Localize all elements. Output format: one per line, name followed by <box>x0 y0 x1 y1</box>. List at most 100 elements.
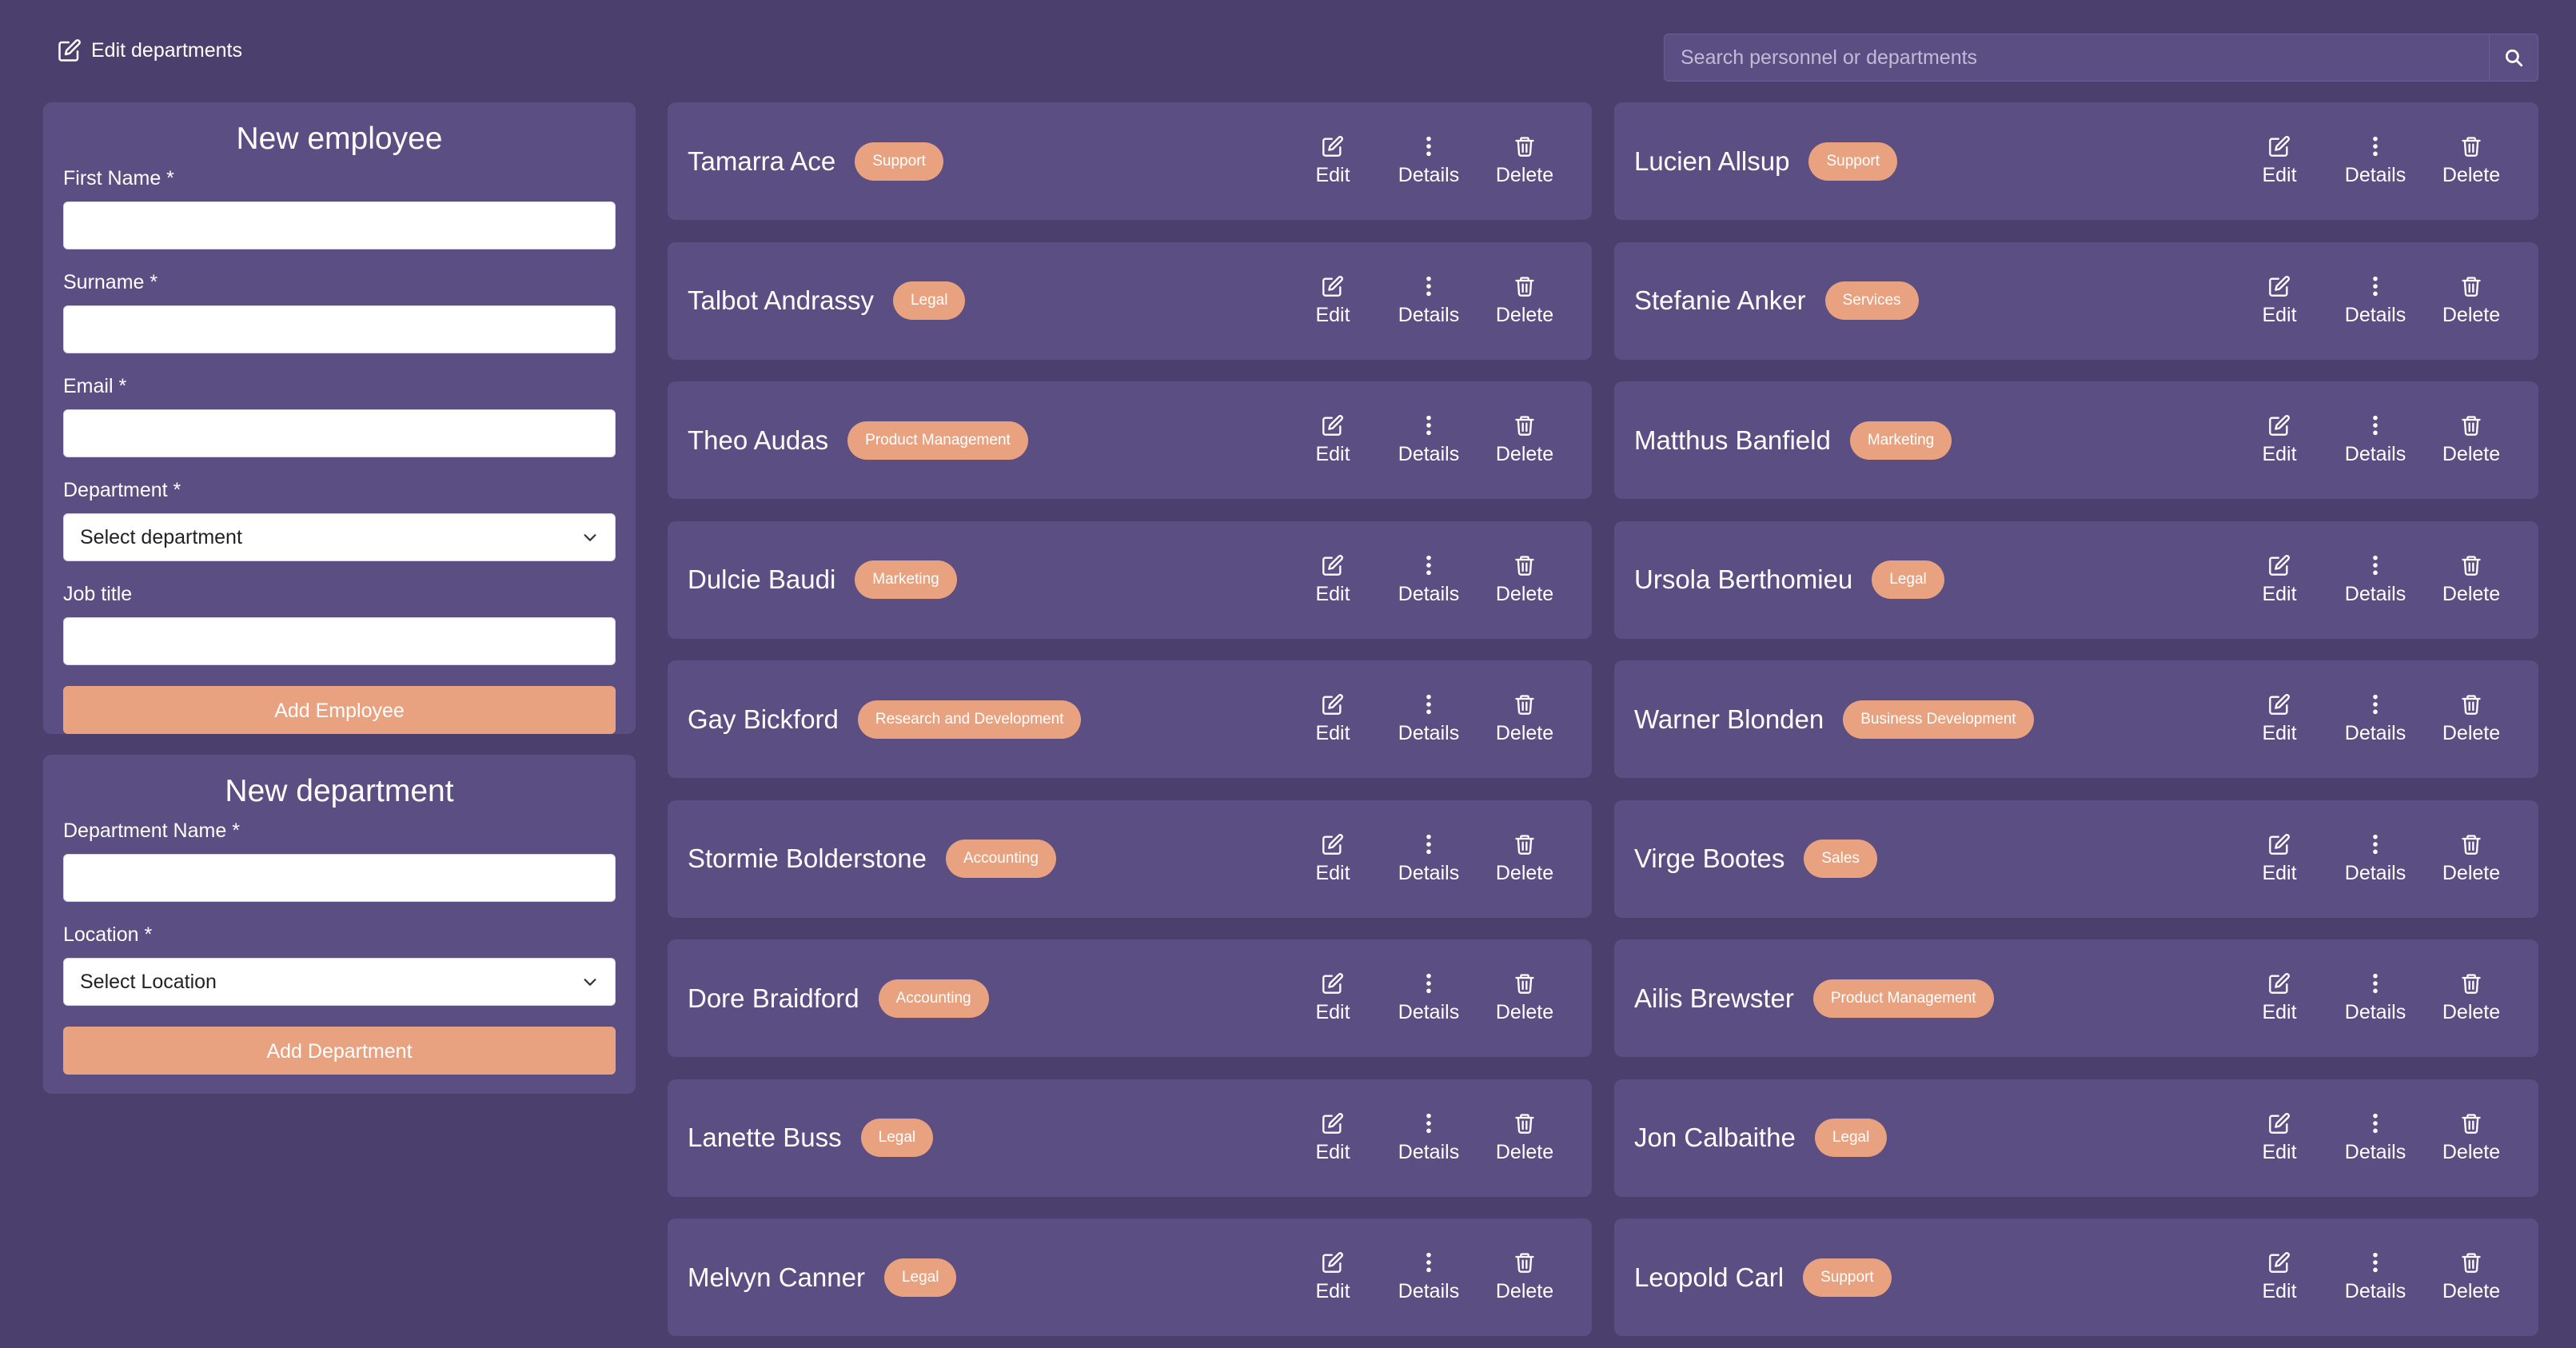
personnel-card: Dulcie Baudi Marketing Edit Details Dele… <box>668 520 1592 639</box>
personnel-card: Melvyn Canner Legal Edit Details Delete <box>668 1218 1592 1336</box>
edit-button[interactable]: Edit <box>2231 135 2327 187</box>
department-select[interactable]: Select department <box>63 513 616 561</box>
delete-button[interactable]: Delete <box>2423 972 2519 1024</box>
department-badge: Business Development <box>1843 700 2034 739</box>
edit-button[interactable]: Edit <box>2231 833 2327 885</box>
details-button[interactable]: Details <box>2327 275 2423 327</box>
kebab-menu-icon <box>1426 555 1431 575</box>
personnel-card: Jon Calbaithe Legal Edit Details Delete <box>1614 1079 2538 1197</box>
delete-button[interactable]: Delete <box>1477 693 1573 745</box>
details-button[interactable]: Details <box>1381 693 1477 745</box>
delete-button[interactable]: Delete <box>2423 1251 2519 1303</box>
edit-button[interactable]: Edit <box>1285 275 1381 327</box>
details-button[interactable]: Details <box>1381 833 1477 885</box>
details-label: Details <box>2344 861 2407 884</box>
card-actions: Edit Details Delete <box>1285 939 1573 1057</box>
location-label: Location * <box>63 923 153 946</box>
edit-button[interactable]: Edit <box>2231 1251 2327 1303</box>
details-button[interactable]: Details <box>2327 135 2423 187</box>
delete-button[interactable]: Delete <box>1477 414 1573 466</box>
personnel-name: Talbot Andrassy <box>688 285 874 315</box>
details-button[interactable]: Details <box>1381 972 1477 1024</box>
email-field[interactable] <box>63 409 616 457</box>
department-badge: Support <box>1803 1258 1892 1297</box>
card-actions: Edit Details Delete <box>1285 800 1573 918</box>
delete-button[interactable]: Delete <box>2423 693 2519 745</box>
edit-button[interactable]: Edit <box>1285 833 1381 885</box>
first-name-field[interactable] <box>63 201 616 249</box>
details-label: Details <box>2344 582 2407 605</box>
edit-button[interactable]: Edit <box>1285 1251 1381 1303</box>
delete-label: Delete <box>2442 164 2501 186</box>
search-input[interactable] <box>1664 34 2489 82</box>
kebab-menu-icon <box>2373 973 2378 994</box>
delete-button[interactable]: Delete <box>2423 833 2519 885</box>
delete-button[interactable]: Delete <box>1477 1251 1573 1303</box>
details-button[interactable]: Details <box>1381 1112 1477 1164</box>
add-employee-button[interactable]: Add Employee <box>63 686 616 734</box>
edit-label: Edit <box>1315 861 1350 884</box>
delete-button[interactable]: Delete <box>2423 554 2519 606</box>
details-button[interactable]: Details <box>2327 972 2423 1024</box>
delete-button[interactable]: Delete <box>2423 414 2519 466</box>
delete-button[interactable]: Delete <box>1477 554 1573 606</box>
edit-button[interactable]: Edit <box>1285 693 1381 745</box>
details-button[interactable]: Details <box>2327 554 2423 606</box>
edit-button[interactable]: Edit <box>2231 972 2327 1024</box>
details-label: Details <box>2344 722 2407 744</box>
edit-icon <box>2269 973 2290 994</box>
personnel-name: Stormie Bolderstone <box>688 843 927 873</box>
personnel-card: Warner Blonden Business Development Edit… <box>1614 660 2538 778</box>
personnel-name: Warner Blonden <box>1634 704 1824 734</box>
details-button[interactable]: Details <box>2327 1112 2423 1164</box>
card-actions: Edit Details Delete <box>1285 1218 1573 1336</box>
delete-button[interactable]: Delete <box>2423 135 2519 187</box>
edit-button[interactable]: Edit <box>2231 693 2327 745</box>
personnel-card: Virge Bootes Sales Edit Details Delete <box>1614 800 2538 918</box>
details-button[interactable]: Details <box>1381 275 1477 327</box>
add-department-button[interactable]: Add Department <box>63 1027 616 1075</box>
job-title-field[interactable] <box>63 617 616 665</box>
edit-button[interactable]: Edit <box>1285 1112 1381 1164</box>
department-name-field[interactable] <box>63 854 616 902</box>
edit-button[interactable]: Edit <box>1285 135 1381 187</box>
edit-icon <box>2269 554 2290 576</box>
department-badge: Product Management <box>1812 979 1994 1018</box>
delete-button[interactable]: Delete <box>1477 972 1573 1024</box>
delete-label: Delete <box>1495 1280 1554 1302</box>
delete-button[interactable]: Delete <box>1477 1112 1573 1164</box>
card-actions: Edit Details Delete <box>2231 939 2519 1057</box>
details-button[interactable]: Details <box>2327 414 2423 466</box>
details-button[interactable]: Details <box>1381 554 1477 606</box>
location-select[interactable]: Select Location <box>63 958 616 1006</box>
edit-button[interactable]: Edit <box>2231 1112 2327 1164</box>
personnel-name: Gay Bickford <box>688 704 839 734</box>
edit-label: Edit <box>1315 303 1350 326</box>
delete-button[interactable]: Delete <box>2423 1112 2519 1164</box>
department-name-label: Department Name * <box>63 820 240 842</box>
department-badge: Legal <box>883 1258 957 1297</box>
delete-button[interactable]: Delete <box>1477 275 1573 327</box>
delete-label: Delete <box>1495 1140 1554 1163</box>
details-button[interactable]: Details <box>2327 1251 2423 1303</box>
edit-button[interactable]: Edit <box>1285 414 1381 466</box>
details-button[interactable]: Details <box>1381 1251 1477 1303</box>
delete-button[interactable]: Delete <box>1477 135 1573 187</box>
delete-button[interactable]: Delete <box>2423 275 2519 327</box>
details-label: Details <box>1398 164 1460 186</box>
details-label: Details <box>1398 303 1460 326</box>
details-button[interactable]: Details <box>2327 693 2423 745</box>
details-button[interactable]: Details <box>2327 833 2423 885</box>
edit-button[interactable]: Edit <box>2231 275 2327 327</box>
edit-button[interactable]: Edit <box>2231 554 2327 606</box>
search-button[interactable] <box>2489 34 2538 82</box>
surname-field[interactable] <box>63 305 616 353</box>
edit-button[interactable]: Edit <box>1285 972 1381 1024</box>
edit-button[interactable]: Edit <box>1285 554 1381 606</box>
edit-button[interactable]: Edit <box>2231 414 2327 466</box>
details-button[interactable]: Details <box>1381 414 1477 466</box>
delete-label: Delete <box>1495 164 1554 186</box>
delete-button[interactable]: Delete <box>1477 833 1573 885</box>
details-button[interactable]: Details <box>1381 135 1477 187</box>
edit-departments-button[interactable]: Edit departments <box>58 38 242 62</box>
